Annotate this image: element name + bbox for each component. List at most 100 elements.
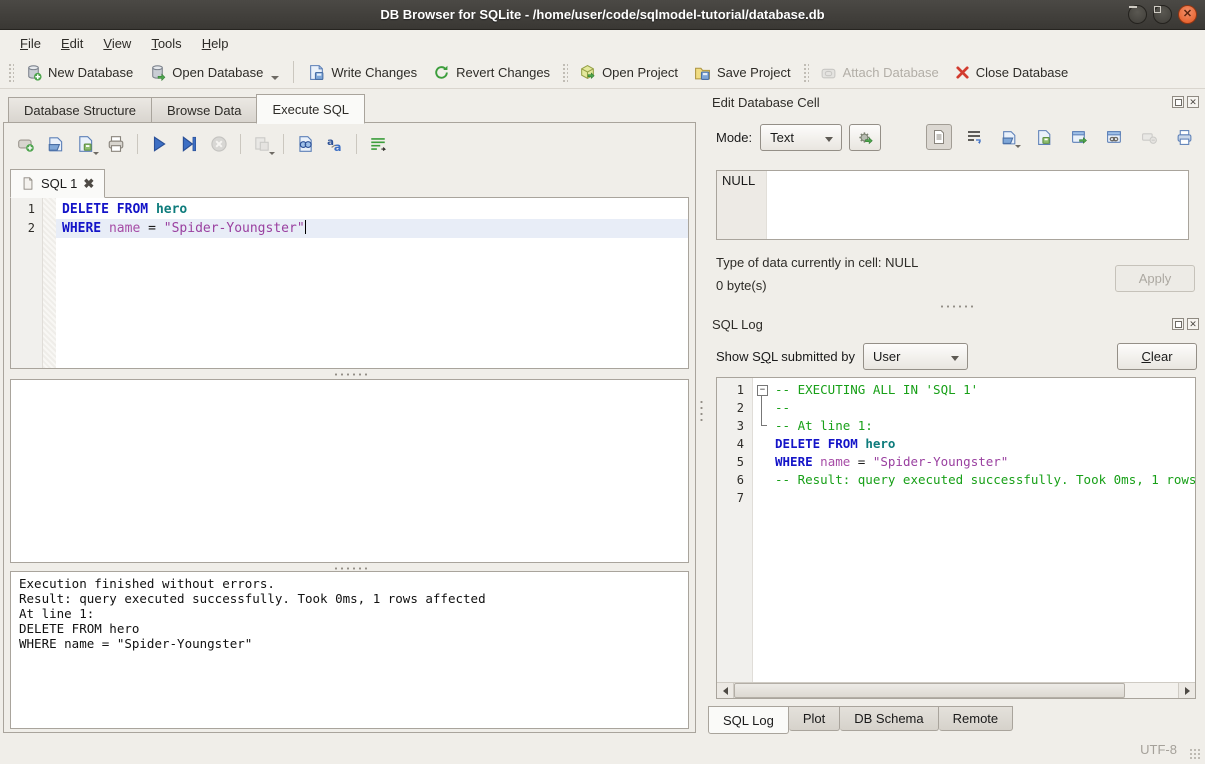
edit-cell-title: Edit Database Cell [712,95,1172,110]
revert-changes-button[interactable]: Revert Changes [425,60,558,85]
results-grid[interactable] [10,379,689,563]
toolbar-drag-handle[interactable] [561,62,568,82]
float-dock-icon[interactable] [1172,96,1184,108]
text-mode-button[interactable] [926,124,952,150]
close-dock-icon[interactable] [1187,318,1199,330]
scrollbar-track[interactable] [734,683,1178,698]
fold-marker-icon [753,399,775,417]
execution-messages[interactable]: Execution finished without errors.Result… [10,571,689,729]
save-project-button[interactable]: Save Project [686,60,799,85]
log-filter-combobox[interactable]: User [863,343,968,370]
toolbar-separator [283,134,284,154]
main-area: Database Structure Browse Data Execute S… [0,89,1205,735]
editor-code-area[interactable]: DELETE FROM heroWHERE name = "Spider-You… [56,198,688,368]
docks-splitter[interactable] [716,301,1195,311]
log-code-area[interactable]: -- EXECUTING ALL IN 'SQL 1'---- At line … [753,378,1195,682]
word-wrap-button[interactable] [364,131,392,157]
dock-tab-remote[interactable]: Remote [939,706,1014,731]
menu-edit[interactable]: Edit [51,33,93,54]
close-dock-icon[interactable] [1187,96,1199,108]
import-file-icon [1001,129,1018,146]
minimize-button[interactable] [1128,5,1147,24]
cell-edit-area[interactable] [767,171,1188,239]
open-database-dropdown-icon[interactable] [271,76,279,80]
log-horizontal-scrollbar[interactable] [717,682,1195,698]
save-project-icon [694,64,711,81]
menu-help[interactable]: Help [192,33,239,54]
toolbar-drag-handle[interactable] [802,62,809,82]
format-icon: aa [326,135,344,153]
format-button[interactable]: aa [321,131,349,157]
write-changes-button[interactable]: Write Changes [300,60,425,85]
copy-link-button[interactable] [1101,124,1127,150]
sql-log-view[interactable]: 1234567 -- EXECUTING ALL IN 'SQL 1'---- … [716,377,1196,699]
save-sql-file-button[interactable] [72,131,100,157]
save-results-icon [253,135,271,153]
main-toolbar: New Database Open Database Write Changes… [0,56,1205,89]
cell-type-info: Type of data currently in cell: NULL [716,255,918,270]
mode-combobox[interactable]: Text [760,124,842,151]
arrow-right-icon [1185,687,1190,695]
dock-tab-sql-log[interactable]: SQL Log [708,706,789,734]
save-results-button [248,131,276,157]
tab-browse-data[interactable]: Browse Data [151,97,256,123]
cell-null-value: NULL [717,171,767,239]
text-cursor [305,220,307,234]
execute-line-icon [180,135,198,153]
open-external-button[interactable] [1066,124,1092,150]
menu-tools[interactable]: Tools [141,33,191,54]
tab-database-structure[interactable]: Database Structure [8,97,151,123]
toolbar-separator [356,134,357,154]
sql-document-tab[interactable]: SQL 1 ✖ [10,169,105,198]
dock-tab-db-schema[interactable]: DB Schema [840,706,938,731]
new-database-button[interactable]: New Database [17,60,141,85]
line-number: 7 [717,489,752,507]
set-null-icon [1141,129,1158,146]
open-sql-file-button[interactable] [42,131,70,157]
right-pane: Edit Database Cell Mode: Text [706,89,1205,735]
panes-splitter[interactable] [697,89,706,735]
toolbar-separator [137,134,138,154]
open-project-button[interactable]: Open Project [571,60,686,85]
find-button[interactable] [291,131,319,157]
execute-line-button[interactable] [175,131,203,157]
sql-editor[interactable]: 12 DELETE FROM heroWHERE name = "Spider-… [10,197,689,369]
clear-log-button[interactable]: Clear [1117,343,1197,370]
print-button[interactable] [102,131,130,157]
menu-file[interactable]: File [10,33,51,54]
import-from-file-button[interactable] [996,124,1022,150]
toolbar-separator [293,61,294,83]
export-to-file-button[interactable] [1031,124,1057,150]
close-button[interactable]: ✕ [1178,5,1197,24]
scroll-right-button[interactable] [1178,683,1195,698]
cell-value-editor[interactable]: NULL [716,170,1189,240]
import-dropdown-icon[interactable] [1015,145,1021,148]
editor-results-splitter[interactable] [10,369,689,379]
execute-sql-panel: aa SQL 1 ✖ 12 DELETE FROM heroWHERE [3,122,696,733]
resize-grip[interactable] [1189,748,1202,761]
close-sql-tab-icon[interactable]: ✖ [83,176,94,192]
new-sql-tab-button[interactable] [12,131,40,157]
set-null-button [1136,124,1162,150]
open-database-button[interactable]: Open Database [141,60,287,85]
apply-data-button[interactable] [849,124,881,151]
menu-view[interactable]: View [93,33,141,54]
maximize-button[interactable] [1153,5,1172,24]
float-dock-icon[interactable] [1172,318,1184,330]
open-database-icon [149,64,166,81]
sql-file-icon [21,176,35,191]
save-sql-dropdown-icon[interactable] [93,152,99,155]
scroll-left-button[interactable] [717,683,734,698]
word-wrap-cell-button[interactable] [961,124,987,150]
fold-marker-icon[interactable] [753,381,775,399]
message-line: Execution finished without errors. [19,576,680,591]
scrollbar-thumb[interactable] [734,683,1125,698]
svg-text:a: a [334,141,342,153]
close-database-button[interactable]: Close Database [947,61,1077,84]
cell-toolbar [926,124,1197,150]
tab-execute-sql[interactable]: Execute SQL [256,94,365,124]
print-cell-button[interactable] [1171,124,1197,150]
toolbar-drag-handle[interactable] [7,62,14,82]
execute-all-button[interactable] [145,131,173,157]
dock-tab-plot[interactable]: Plot [789,706,840,731]
